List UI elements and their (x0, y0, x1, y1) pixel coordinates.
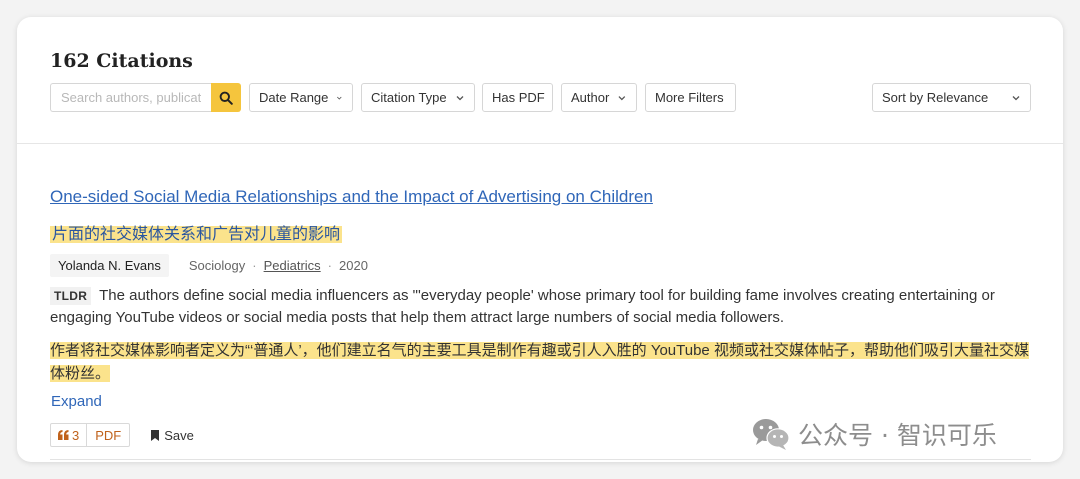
paper-title-translation: 片面的社交媒体关系和广告对儿童的影响 (50, 220, 343, 244)
tldr-summary: TLDR The authors define social media inf… (50, 285, 1025, 329)
paper-title-zh: 片面的社交媒体关系和广告对儿童的影响 (50, 226, 343, 243)
date-range-label: Date Range (259, 90, 329, 105)
citations-panel: 162 Citations Date Range Citation Type (17, 17, 1063, 462)
meta-separator: · (327, 257, 333, 273)
watermark: 公众号 · 智识可乐 (752, 412, 997, 456)
chevron-down-icon (618, 95, 626, 100)
cite-pdf-group: 3 PDF (50, 423, 131, 447)
sort-label: Sort by Relevance (882, 90, 989, 105)
citations-button[interactable]: 3 (51, 424, 88, 446)
sort-select[interactable]: Sort by Relevance (872, 83, 1031, 112)
tldr-translation: 作者将社交媒体影响者定义为“‘普通人’，他们建立名气的主要工具是制作有趣或引人入… (50, 339, 1030, 385)
has-pdf-label: Has PDF (492, 90, 545, 105)
filter-toolbar: Date Range Citation Type Has PDF Author … (50, 83, 1031, 112)
expand-link[interactable]: Expand (51, 393, 102, 410)
chevron-down-icon (1012, 95, 1020, 100)
search-button[interactable] (211, 83, 241, 112)
watermark-text: 公众号 · 智识可乐 (798, 421, 997, 450)
result-divider (50, 459, 1031, 460)
result-actions: 3 PDF Save (50, 423, 194, 447)
bookmark-icon (151, 429, 160, 441)
chevron-down-icon (456, 95, 464, 100)
paper-meta: Yolanda N. Evans Sociology · Pediatrics … (50, 253, 368, 277)
save-label: Save (164, 427, 194, 443)
more-filters-button[interactable]: More Filters (645, 83, 736, 112)
has-pdf-filter[interactable]: Has PDF (482, 83, 553, 112)
search-box (50, 83, 241, 112)
author-chip[interactable]: Yolanda N. Evans (50, 253, 169, 277)
chevron-down-icon (337, 96, 342, 100)
pdf-button[interactable]: PDF (87, 424, 129, 446)
save-button[interactable]: Save (151, 428, 194, 443)
paper-title-link[interactable]: One-sided Social Media Relationships and… (50, 187, 653, 207)
search-icon (219, 91, 233, 105)
year-label: 2020 (339, 257, 368, 273)
tldr-zh-text: 作者将社交媒体影响者定义为“‘普通人’，他们建立名气的主要工具是制作有趣或引人入… (50, 342, 1029, 382)
tldr-text: The authors define social media influenc… (50, 287, 995, 326)
date-range-filter[interactable]: Date Range (249, 83, 353, 112)
author-filter-label: Author (571, 90, 610, 105)
search-input[interactable] (50, 83, 211, 112)
field-link[interactable]: Pediatrics (264, 258, 321, 273)
meta-separator: · (252, 257, 257, 273)
wechat-icon (753, 419, 790, 450)
citation-type-filter[interactable]: Citation Type (361, 83, 475, 112)
citation-type-label: Citation Type (371, 90, 447, 105)
more-filters-label: More Filters (655, 90, 724, 105)
citations-header: 162 Citations Date Range Citation Type (17, 17, 1063, 144)
tldr-badge: TLDR (50, 287, 92, 305)
citation-count: 3 (72, 427, 80, 443)
citation-count-title: 162 Citations (50, 50, 193, 72)
author-filter[interactable]: Author (561, 83, 637, 112)
quote-icon (58, 430, 69, 440)
field-label: Sociology (188, 257, 246, 273)
